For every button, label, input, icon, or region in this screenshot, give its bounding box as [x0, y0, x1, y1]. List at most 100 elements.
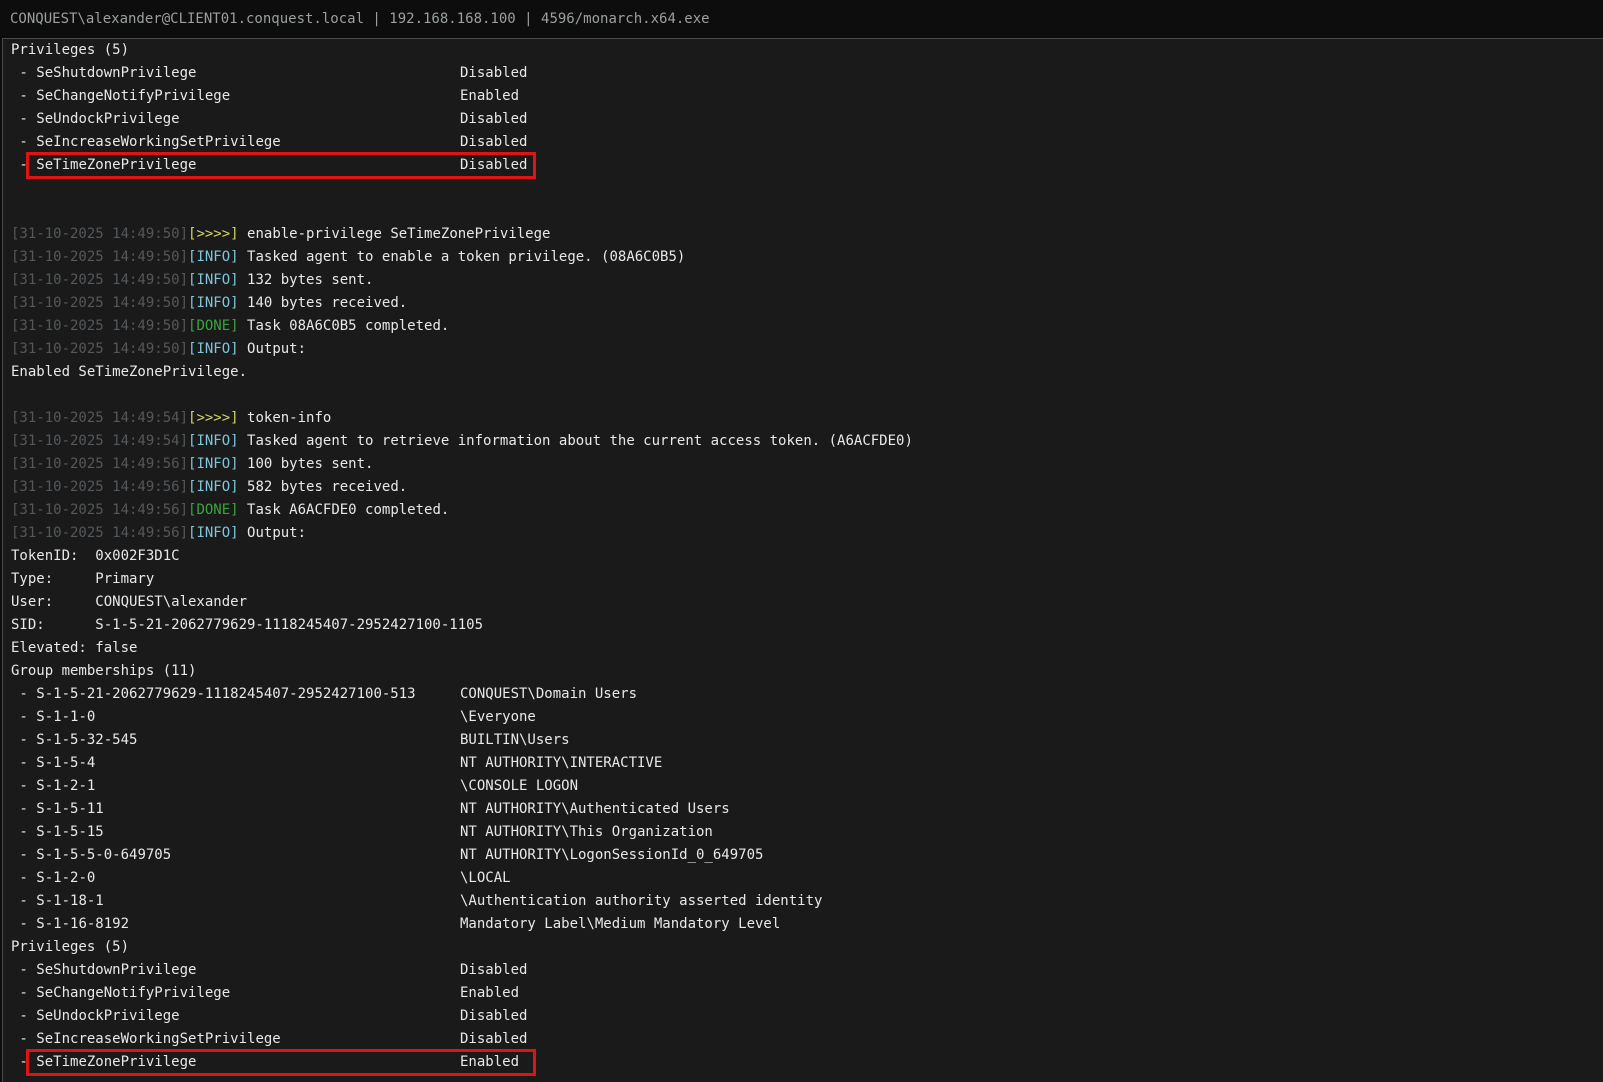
row-label: S-1-2-1 [36, 778, 95, 794]
log-line: [31-10-2025 14:49:54][INFO] Tasked agent… [11, 430, 1603, 453]
output-line: SID: S-1-5-21-2062779629-1118245407-2952… [11, 614, 1603, 637]
output-line: Type: Primary [11, 568, 1603, 591]
log-tag: [INFO] [188, 295, 239, 311]
row-value: BUILTIN\Users [460, 729, 570, 752]
log-tag: [INFO] [188, 525, 239, 541]
output-text: User: CONQUEST\alexander [11, 594, 247, 610]
output-text: Enabled SeTimeZonePrivilege. [11, 364, 247, 380]
log-timestamp: [31-10-2025 14:49:56] [11, 525, 188, 541]
blank-line [11, 177, 1603, 200]
log-tag: [INFO] [188, 272, 239, 288]
log-line: [31-10-2025 14:49:56][INFO] 582 bytes re… [11, 476, 1603, 499]
row-label: SeTimeZonePrivilege [36, 157, 196, 173]
table-row: - S-1-5-11NT AUTHORITY\Authenticated Use… [11, 798, 1603, 821]
table-row: - S-1-5-4NT AUTHORITY\INTERACTIVE [11, 752, 1603, 775]
log-line: [31-10-2025 14:49:56][DONE] Task A6ACFDE… [11, 499, 1603, 522]
log-tag: [INFO] [188, 433, 239, 449]
row-value: Enabled [460, 1051, 519, 1074]
log-message: 132 bytes sent. [247, 272, 373, 288]
row-value: Mandatory Label\Medium Mandatory Level [460, 913, 780, 936]
log-timestamp: [31-10-2025 14:49:50] [11, 318, 188, 334]
log-line: [31-10-2025 14:49:54][>>>>] token-info [11, 407, 1603, 430]
terminal-pane[interactable]: Privileges (5) - SeShutdownPrivilegeDisa… [2, 38, 1603, 1082]
log-timestamp: [31-10-2025 14:49:54] [11, 433, 188, 449]
log-timestamp: [31-10-2025 14:49:56] [11, 479, 188, 495]
log-message: Output: [247, 525, 306, 541]
log-line: [31-10-2025 14:49:50][DONE] Task 08A6C0B… [11, 315, 1603, 338]
row-value: Enabled [460, 982, 519, 1005]
output-line: Elevated: false [11, 637, 1603, 660]
table-row: - S-1-2-1\CONSOLE LOGON [11, 775, 1603, 798]
section-header: Privileges (5) [11, 936, 1603, 959]
log-tag: [INFO] [188, 249, 239, 265]
log-line: [31-10-2025 14:49:50][INFO] Tasked agent… [11, 246, 1603, 269]
row-value: Disabled [460, 154, 527, 177]
output-text: SID: S-1-5-21-2062779629-1118245407-2952… [11, 617, 483, 633]
row-label: SeShutdownPrivilege [36, 962, 196, 978]
log-tag: [DONE] [188, 318, 239, 334]
log-timestamp: [31-10-2025 14:49:50] [11, 341, 188, 357]
log-message: 140 bytes received. [247, 295, 407, 311]
row-value: Disabled [460, 62, 527, 85]
table-row: - S-1-5-15NT AUTHORITY\This Organization [11, 821, 1603, 844]
log-message: Tasked agent to enable a token privilege… [247, 249, 685, 265]
log-message: Tasked agent to retrieve information abo… [247, 433, 913, 449]
table-row: - SeUndockPrivilegeDisabled [11, 108, 1603, 131]
row-label: SeChangeNotifyPrivilege [36, 985, 230, 1001]
output-text: Elevated: false [11, 640, 137, 656]
row-value: NT AUTHORITY\INTERACTIVE [460, 752, 662, 775]
table-row: - SeShutdownPrivilegeDisabled [11, 62, 1603, 85]
log-line: [31-10-2025 14:49:50][INFO] Output: [11, 338, 1603, 361]
row-label: S-1-5-5-0-649705 [36, 847, 171, 863]
log-line: [31-10-2025 14:49:50][INFO] 140 bytes re… [11, 292, 1603, 315]
row-value: Disabled [460, 959, 527, 982]
log-tag: [INFO] [188, 456, 239, 472]
row-value: Disabled [460, 131, 527, 154]
log-tag: [>>>>] [188, 226, 239, 242]
section-header: Group memberships (11) [11, 660, 1603, 683]
output-line: TokenID: 0x002F3D1C [11, 545, 1603, 568]
row-value: NT AUTHORITY\LogonSessionId_0_649705 [460, 844, 763, 867]
session-title: CONQUEST\alexander@CLIENT01.conquest.loc… [10, 11, 710, 27]
table-row: - SeShutdownPrivilegeDisabled [11, 959, 1603, 982]
table-row: - S-1-5-21-2062779629-1118245407-2952427… [11, 683, 1603, 706]
log-timestamp: [31-10-2025 14:49:56] [11, 502, 188, 518]
row-label: S-1-1-0 [36, 709, 95, 725]
log-timestamp: [31-10-2025 14:49:50] [11, 226, 188, 242]
row-label: SeUndockPrivilege [36, 1008, 179, 1024]
log-timestamp: [31-10-2025 14:49:50] [11, 272, 188, 288]
row-label: S-1-2-0 [36, 870, 95, 886]
row-value: Disabled [460, 108, 527, 131]
log-message: token-info [247, 410, 331, 426]
row-value: Disabled [460, 1028, 527, 1051]
table-row: - S-1-5-5-0-649705NT AUTHORITY\LogonSess… [11, 844, 1603, 867]
log-message: 100 bytes sent. [247, 456, 373, 472]
output-text: Type: Primary [11, 571, 154, 587]
table-row: - S-1-5-32-545BUILTIN\Users [11, 729, 1603, 752]
row-value: \LOCAL [460, 867, 511, 890]
row-label: S-1-5-4 [36, 755, 95, 771]
row-label: SeChangeNotifyPrivilege [36, 88, 230, 104]
table-row: - SeTimeZonePrivilegeEnabled [11, 1051, 1603, 1074]
row-label: S-1-16-8192 [36, 916, 129, 932]
table-row: - SeUndockPrivilegeDisabled [11, 1005, 1603, 1028]
table-row: - S-1-16-8192Mandatory Label\Medium Mand… [11, 913, 1603, 936]
row-label: S-1-5-21-2062779629-1118245407-295242710… [36, 686, 415, 702]
row-value: \Everyone [460, 706, 536, 729]
row-label: SeUndockPrivilege [36, 111, 179, 127]
log-timestamp: [31-10-2025 14:49:56] [11, 456, 188, 472]
section-header: Privileges (5) [11, 39, 1603, 62]
table-row: - SeIncreaseWorkingSetPrivilegeDisabled [11, 131, 1603, 154]
table-row: - S-1-2-0\LOCAL [11, 867, 1603, 890]
blank-line [11, 200, 1603, 223]
row-value: NT AUTHORITY\Authenticated Users [460, 798, 730, 821]
log-line: [31-10-2025 14:49:56][INFO] Output: [11, 522, 1603, 545]
row-label: SeIncreaseWorkingSetPrivilege [36, 134, 280, 150]
log-message: Output: [247, 341, 306, 357]
row-value: NT AUTHORITY\This Organization [460, 821, 713, 844]
log-message: Task A6ACFDE0 completed. [247, 502, 449, 518]
table-row: - SeTimeZonePrivilegeDisabled [11, 154, 1603, 177]
log-tag: [INFO] [188, 479, 239, 495]
log-tag: [>>>>] [188, 410, 239, 426]
log-tag: [INFO] [188, 341, 239, 357]
